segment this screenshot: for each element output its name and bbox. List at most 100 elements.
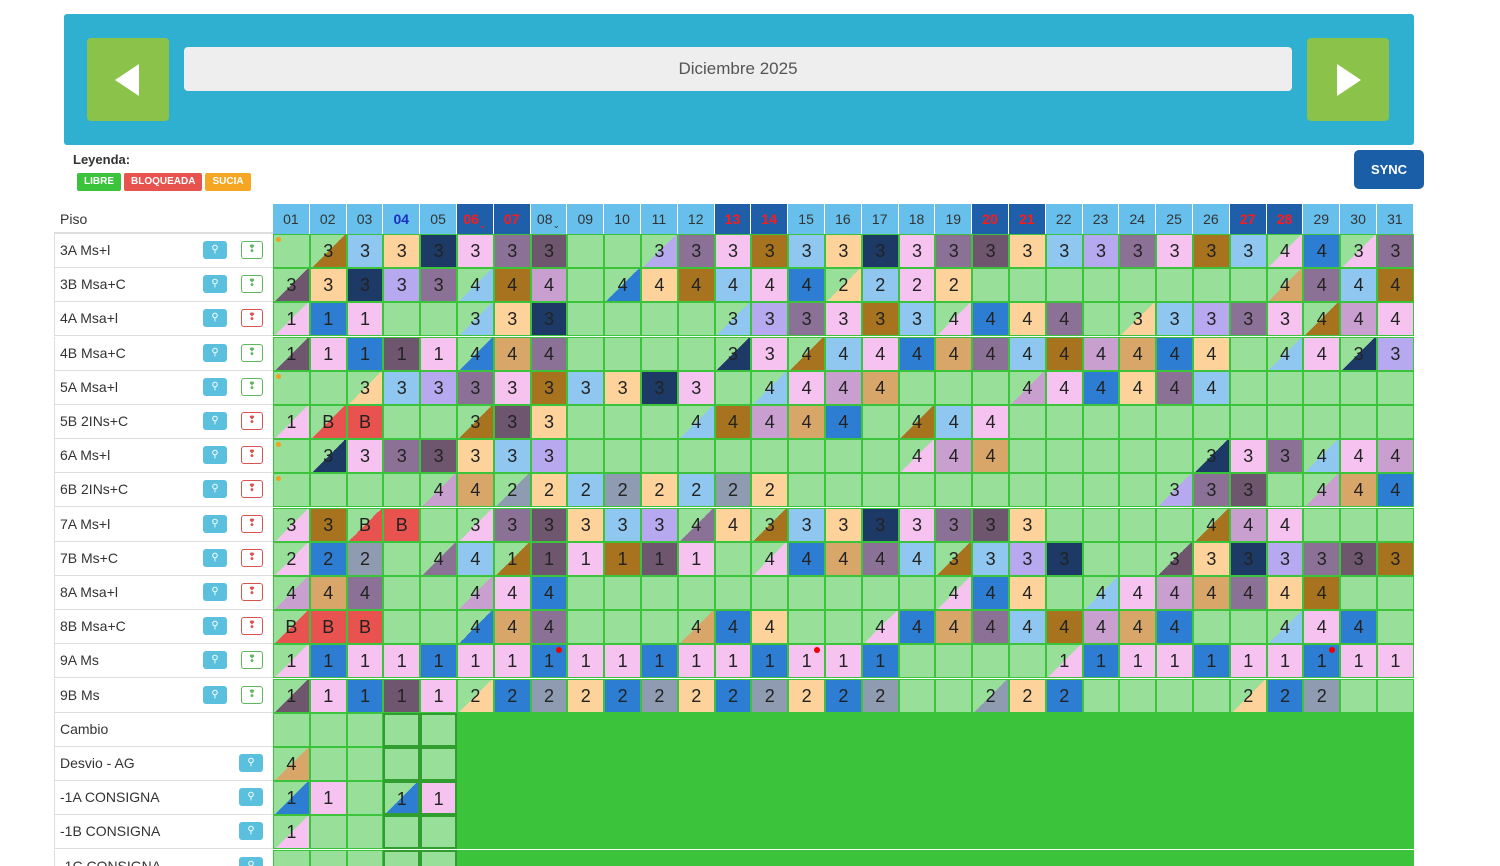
free-cell[interactable] bbox=[346, 747, 384, 781]
day-header-20[interactable]: 20 bbox=[972, 204, 1009, 234]
booking-cell[interactable]: 1 bbox=[420, 336, 457, 371]
booking-cell[interactable]: 1 bbox=[1193, 644, 1230, 679]
previous-month-button[interactable] bbox=[87, 38, 169, 121]
booking-cell[interactable]: 2 bbox=[346, 541, 384, 576]
booking-cell[interactable]: 3 bbox=[714, 234, 752, 268]
booking-cell[interactable]: 4 bbox=[1377, 439, 1414, 474]
free-cell[interactable] bbox=[273, 234, 310, 268]
free-cell[interactable] bbox=[604, 781, 641, 816]
free-cell[interactable] bbox=[1266, 781, 1304, 816]
day-header-07[interactable]: 07 bbox=[493, 204, 531, 234]
free-cell[interactable] bbox=[714, 815, 752, 850]
free-cell[interactable] bbox=[714, 849, 752, 866]
booking-cell[interactable]: 3 bbox=[309, 507, 347, 542]
free-cell[interactable] bbox=[1045, 576, 1083, 610]
booking-cell[interactable]: 3 bbox=[457, 507, 494, 542]
booking-cell[interactable]: 3 bbox=[1377, 234, 1414, 268]
day-header-15[interactable]: 15 bbox=[788, 204, 825, 234]
booking-cell[interactable]: 4 bbox=[493, 576, 531, 610]
booking-cell[interactable]: 3 bbox=[898, 302, 936, 337]
free-cell[interactable] bbox=[677, 849, 715, 866]
booking-cell[interactable]: 4 bbox=[861, 610, 899, 645]
free-cell[interactable] bbox=[935, 370, 973, 405]
booking-cell[interactable]: 4 bbox=[825, 541, 862, 576]
free-cell[interactable] bbox=[641, 439, 678, 474]
free-cell[interactable] bbox=[714, 370, 752, 405]
free-cell[interactable] bbox=[1377, 576, 1414, 610]
booking-cell[interactable]: 3 bbox=[530, 370, 568, 405]
free-cell[interactable] bbox=[1156, 678, 1193, 713]
booking-cell[interactable]: 3 bbox=[493, 405, 531, 439]
free-cell[interactable] bbox=[420, 405, 457, 439]
booking-cell[interactable]: 1 bbox=[346, 336, 384, 371]
free-cell[interactable] bbox=[1045, 439, 1083, 474]
free-cell[interactable] bbox=[1229, 815, 1267, 850]
booking-cell[interactable]: 3 bbox=[677, 234, 715, 268]
free-cell[interactable] bbox=[677, 439, 715, 474]
free-cell[interactable] bbox=[604, 302, 641, 337]
booking-cell[interactable]: 3 bbox=[309, 268, 347, 303]
booking-cell[interactable]: 4 bbox=[457, 473, 494, 508]
booking-cell[interactable]: 3 bbox=[1009, 541, 1046, 576]
booking-cell[interactable]: 2 bbox=[604, 678, 641, 713]
booking-cell[interactable]: 1 bbox=[1377, 644, 1414, 679]
booking-cell[interactable]: 3 bbox=[383, 439, 421, 474]
booking-cell[interactable]: 4 bbox=[493, 336, 531, 371]
booking-cell[interactable]: 1 bbox=[714, 644, 752, 679]
booking-cell[interactable]: 1 bbox=[346, 302, 384, 337]
free-cell[interactable] bbox=[567, 234, 605, 268]
booking-cell[interactable]: 3 bbox=[1193, 473, 1230, 508]
booking-cell[interactable]: 3 bbox=[1229, 541, 1267, 576]
free-cell[interactable] bbox=[1009, 268, 1046, 303]
booking-cell[interactable]: 3 bbox=[1340, 336, 1377, 371]
free-cell[interactable] bbox=[714, 781, 752, 816]
booking-cell[interactable]: 1 bbox=[383, 644, 421, 679]
free-cell[interactable] bbox=[604, 336, 641, 371]
free-cell[interactable] bbox=[420, 712, 457, 747]
free-cell[interactable] bbox=[1045, 507, 1083, 542]
free-cell[interactable] bbox=[972, 747, 1009, 781]
booking-cell[interactable]: 4 bbox=[714, 405, 752, 439]
booking-cell[interactable]: 4 bbox=[861, 336, 899, 371]
booking-cell[interactable]: 4 bbox=[1082, 576, 1120, 610]
free-cell[interactable] bbox=[898, 644, 936, 679]
key-icon[interactable]: ⚲ bbox=[239, 856, 263, 866]
day-header-02[interactable]: 02 bbox=[309, 204, 347, 234]
free-cell[interactable] bbox=[861, 849, 899, 866]
current-month-display[interactable]: Diciembre 2025 bbox=[184, 47, 1292, 91]
free-cell[interactable] bbox=[1009, 439, 1046, 474]
free-cell[interactable] bbox=[714, 747, 752, 781]
booking-cell[interactable]: 3 bbox=[1193, 234, 1230, 268]
free-cell[interactable] bbox=[935, 781, 973, 816]
booking-cell[interactable]: 4 bbox=[1045, 336, 1083, 371]
free-cell[interactable] bbox=[604, 815, 641, 850]
free-cell[interactable] bbox=[346, 781, 384, 816]
day-header-06[interactable]: 06⌄ bbox=[457, 204, 494, 234]
booking-cell[interactable]: 2 bbox=[1303, 678, 1341, 713]
free-cell[interactable] bbox=[383, 815, 421, 850]
booking-cell[interactable]: 4 bbox=[714, 610, 752, 645]
booking-cell[interactable]: 2 bbox=[677, 473, 715, 508]
booking-cell[interactable]: 4 bbox=[1119, 336, 1157, 371]
thermometer-icon[interactable]: ❢ bbox=[241, 412, 263, 430]
booking-cell[interactable]: 3 bbox=[641, 507, 678, 542]
booking-cell[interactable]: 3 bbox=[788, 507, 825, 542]
free-cell[interactable] bbox=[1340, 678, 1377, 713]
booking-cell[interactable]: 1 bbox=[567, 644, 605, 679]
booking-cell[interactable]: 3 bbox=[420, 370, 457, 405]
key-icon[interactable]: ⚲ bbox=[203, 275, 227, 294]
booking-cell[interactable]: 3 bbox=[1229, 234, 1267, 268]
booking-cell[interactable]: B bbox=[309, 610, 347, 645]
free-cell[interactable] bbox=[420, 610, 457, 645]
free-cell[interactable] bbox=[567, 576, 605, 610]
free-cell[interactable] bbox=[1340, 849, 1377, 866]
day-header-28[interactable]: 28 bbox=[1266, 204, 1304, 234]
booking-cell[interactable]: 3 bbox=[457, 234, 494, 268]
thermometer-icon[interactable]: ❢ bbox=[241, 309, 263, 328]
booking-cell[interactable]: 4 bbox=[1303, 268, 1341, 303]
free-cell[interactable] bbox=[567, 849, 605, 866]
free-cell[interactable] bbox=[972, 849, 1009, 866]
free-cell[interactable] bbox=[383, 849, 421, 866]
booking-cell[interactable]: 4 bbox=[898, 439, 936, 474]
booking-cell[interactable]: 4 bbox=[1009, 610, 1046, 645]
